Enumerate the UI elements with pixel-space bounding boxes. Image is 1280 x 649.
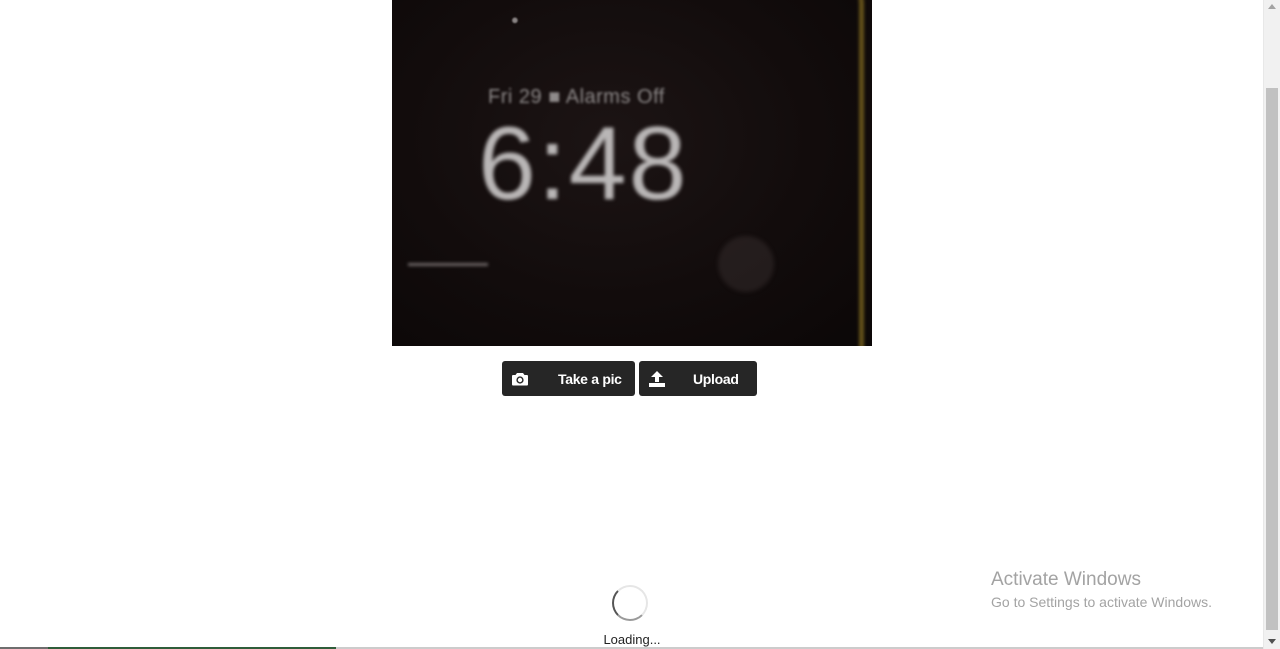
take-pic-label: Take a pic <box>558 370 622 387</box>
lock-screen-widget <box>718 236 774 292</box>
loading-spinner <box>612 585 648 621</box>
lock-icon: ● <box>511 12 519 27</box>
activate-windows-subtitle: Go to Settings to activate Windows. <box>991 594 1212 610</box>
lock-screen-notification: ▬▬▬▬▬▬▬▬ <box>408 258 488 269</box>
upload-icon <box>639 361 675 396</box>
upload-label: Upload <box>693 370 739 387</box>
scroll-up-arrow-icon[interactable] <box>1268 4 1276 9</box>
scroll-down-arrow-icon[interactable] <box>1268 639 1276 644</box>
lock-screen-day: Fri 29 <box>488 86 543 108</box>
alarm-icon: ■ <box>548 86 561 108</box>
loading-text: Loading... <box>603 632 661 647</box>
page: ● Fri 29 ■ Alarms Off 6:48 ▬▬▬▬▬▬▬▬ Take… <box>0 0 1280 649</box>
activate-windows-title: Activate Windows <box>991 569 1141 590</box>
scrollbar-thumb[interactable] <box>1266 88 1278 630</box>
lock-screen-alarm: Alarms Off <box>565 86 665 108</box>
vertical-scrollbar[interactable] <box>1263 0 1280 649</box>
lock-screen-time: 6:48 <box>478 106 689 222</box>
take-pic-button[interactable]: Take a pic <box>502 361 635 396</box>
phone-edge <box>841 0 864 346</box>
camera-icon <box>502 361 538 396</box>
upload-button[interactable]: Upload <box>639 361 757 396</box>
camera-preview: ● Fri 29 ■ Alarms Off 6:48 ▬▬▬▬▬▬▬▬ <box>392 0 872 346</box>
